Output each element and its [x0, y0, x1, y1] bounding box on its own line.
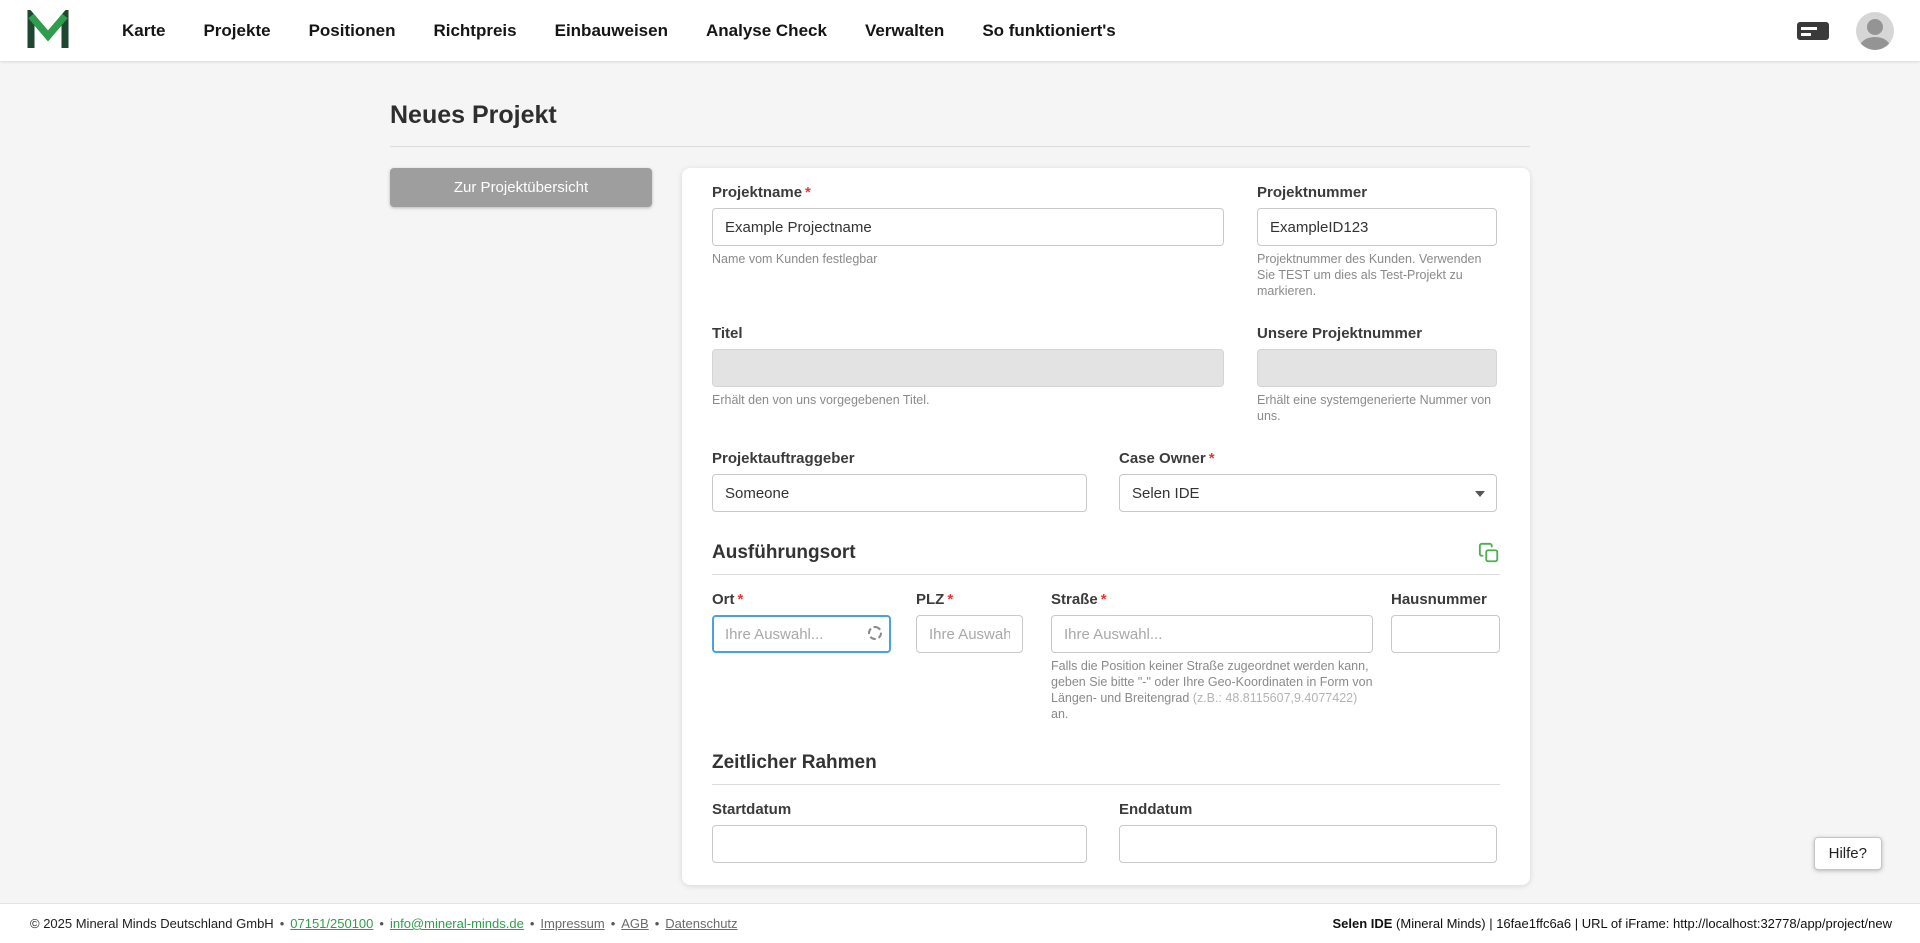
loading-spinner-icon — [868, 626, 882, 640]
chevron-down-icon — [1475, 491, 1485, 497]
help-button[interactable]: Hilfe? — [1814, 837, 1882, 870]
copy-icon — [1478, 542, 1500, 564]
back-to-project-overview-button[interactable]: Zur Projektübersicht — [390, 168, 652, 207]
footer-phone-link[interactable]: 07151/250100 — [290, 916, 373, 931]
projektname-input[interactable] — [712, 208, 1224, 246]
field-case-owner: Case Owner* Selen IDE — [1119, 450, 1497, 512]
strasse-helper-example: (z.B.: 48.8115607,9.4077422) — [1193, 691, 1357, 705]
row-dates: Startdatum Enddatum — [712, 801, 1500, 863]
copy-address-button[interactable] — [1478, 542, 1500, 564]
case-owner-selected-value: Selen IDE — [1132, 485, 1200, 502]
main-navigation: Karte Projekte Positionen Richtpreis Ein… — [122, 21, 1116, 41]
field-enddatum: Enddatum — [1119, 801, 1497, 863]
enddatum-input[interactable] — [1119, 825, 1497, 863]
session-details: (Mineral Minds) | 16fae1ffc6a6 | URL of … — [1392, 916, 1892, 931]
field-unsere-projektnummer: Unsere Projektnummer Erhält eine systemg… — [1257, 325, 1497, 424]
footer-left: © 2025 Mineral Minds Deutschland GmbH • … — [30, 916, 738, 931]
required-marker: * — [738, 591, 744, 608]
nav-item-verwalten[interactable]: Verwalten — [865, 21, 944, 40]
field-projektnummer: Projektnummer Projektnummer des Kunden. … — [1257, 184, 1497, 299]
strasse-helper: Falls die Position keiner Straße zugeord… — [1051, 658, 1373, 722]
nav-item-richtpreis[interactable]: Richtpreis — [433, 21, 516, 40]
footer-agb-link[interactable]: AGB — [621, 916, 648, 931]
plz-label: PLZ* — [916, 591, 1023, 609]
terminal-icon[interactable] — [1796, 19, 1830, 43]
page-title: Neues Projekt — [390, 101, 1530, 147]
field-startdatum: Startdatum — [712, 801, 1087, 863]
field-ort: Ort* — [712, 591, 891, 722]
logo[interactable] — [26, 10, 70, 52]
ort-label: Ort* — [712, 591, 891, 609]
field-strasse: Straße* Falls die Position keiner Straße… — [1051, 591, 1373, 722]
avatar-head-shape — [1867, 19, 1883, 35]
footer-datenschutz-link[interactable]: Datenschutz — [665, 916, 737, 931]
nav-item-einbauweisen[interactable]: Einbauweisen — [555, 21, 668, 40]
user-avatar[interactable] — [1856, 12, 1894, 50]
projektnummer-input[interactable] — [1257, 208, 1497, 246]
row-auftraggeber-caseowner: Projektauftraggeber Case Owner* Selen ID… — [712, 450, 1500, 512]
row-titel-unsere-projektnummer: Titel Erhält den von uns vorgegebenen Ti… — [712, 325, 1500, 424]
startdatum-input[interactable] — [712, 825, 1087, 863]
field-hausnummer: Hausnummer — [1391, 591, 1500, 722]
field-plz: PLZ* — [916, 591, 1023, 722]
unsere-projektnummer-helper: Erhält eine systemgenerierte Nummer von … — [1257, 392, 1497, 424]
mineral-minds-logo-icon — [26, 10, 70, 52]
ausfuehrungsort-title: Ausführungsort — [712, 542, 856, 564]
copyright-text: © 2025 Mineral Minds Deutschland GmbH — [30, 916, 274, 931]
footer-email-link[interactable]: info@mineral-minds.de — [390, 916, 524, 931]
projektnummer-label: Projektnummer — [1257, 184, 1497, 202]
case-owner-label: Case Owner* — [1119, 450, 1497, 468]
unsere-projektnummer-label: Unsere Projektnummer — [1257, 325, 1497, 343]
main-content: Neues Projekt Zur Projektübersicht Proje… — [0, 61, 1920, 903]
strasse-input[interactable] — [1051, 615, 1373, 653]
startdatum-label: Startdatum — [712, 801, 1087, 819]
projektauftraggeber-label: Projektauftraggeber — [712, 450, 1087, 468]
titel-helper: Erhält den von uns vorgegebenen Titel. — [712, 392, 1224, 408]
required-marker: * — [1101, 591, 1107, 608]
case-owner-select[interactable]: Selen IDE — [1119, 474, 1497, 512]
required-marker: * — [947, 591, 953, 608]
footer-impressum-link[interactable]: Impressum — [540, 916, 604, 931]
footer: © 2025 Mineral Minds Deutschland GmbH • … — [0, 903, 1920, 943]
required-marker: * — [805, 184, 811, 201]
hausnummer-input[interactable] — [1391, 615, 1500, 653]
footer-session-info: Selen IDE (Mineral Minds) | 16fae1ffc6a6… — [1332, 916, 1892, 931]
row-projektname-projektnummer: Projektname* Name vom Kunden festlegbar … — [712, 184, 1500, 299]
section-zeitlicher-rahmen: Zeitlicher Rahmen — [712, 752, 1500, 785]
nav-item-projekte[interactable]: Projekte — [203, 21, 270, 40]
new-project-form-card: Projektname* Name vom Kunden festlegbar … — [682, 168, 1530, 885]
nav-item-karte[interactable]: Karte — [122, 21, 165, 40]
zeitlicher-rahmen-title: Zeitlicher Rahmen — [712, 752, 877, 774]
section-ausfuehrungsort: Ausführungsort — [712, 542, 1500, 575]
enddatum-label: Enddatum — [1119, 801, 1497, 819]
ort-input[interactable] — [712, 615, 891, 653]
avatar-body-shape — [1860, 37, 1890, 50]
unsere-projektnummer-input — [1257, 349, 1497, 387]
top-navbar: Karte Projekte Positionen Richtpreis Ein… — [0, 0, 1920, 61]
strasse-label: Straße* — [1051, 591, 1373, 609]
field-titel: Titel Erhält den von uns vorgegebenen Ti… — [712, 325, 1224, 424]
projektname-label: Projektname* — [712, 184, 1224, 202]
nav-item-so-funktionierts[interactable]: So funktioniert's — [982, 21, 1115, 40]
nav-item-positionen[interactable]: Positionen — [309, 21, 396, 40]
session-user: Selen IDE — [1332, 916, 1392, 931]
row-address-fields: Ort* PLZ* — [712, 591, 1500, 722]
nav-item-analyse-check[interactable]: Analyse Check — [706, 21, 827, 40]
projektnummer-helper: Projektnummer des Kunden. Verwenden Sie … — [1257, 251, 1497, 299]
titel-label: Titel — [712, 325, 1224, 343]
required-marker: * — [1209, 450, 1215, 467]
projektauftraggeber-input[interactable] — [712, 474, 1087, 512]
field-projektauftraggeber: Projektauftraggeber — [712, 450, 1087, 512]
field-projektname: Projektname* Name vom Kunden festlegbar — [712, 184, 1224, 299]
titel-input — [712, 349, 1224, 387]
hausnummer-label: Hausnummer — [1391, 591, 1500, 609]
projektname-helper: Name vom Kunden festlegbar — [712, 251, 1224, 267]
plz-input[interactable] — [916, 615, 1023, 653]
